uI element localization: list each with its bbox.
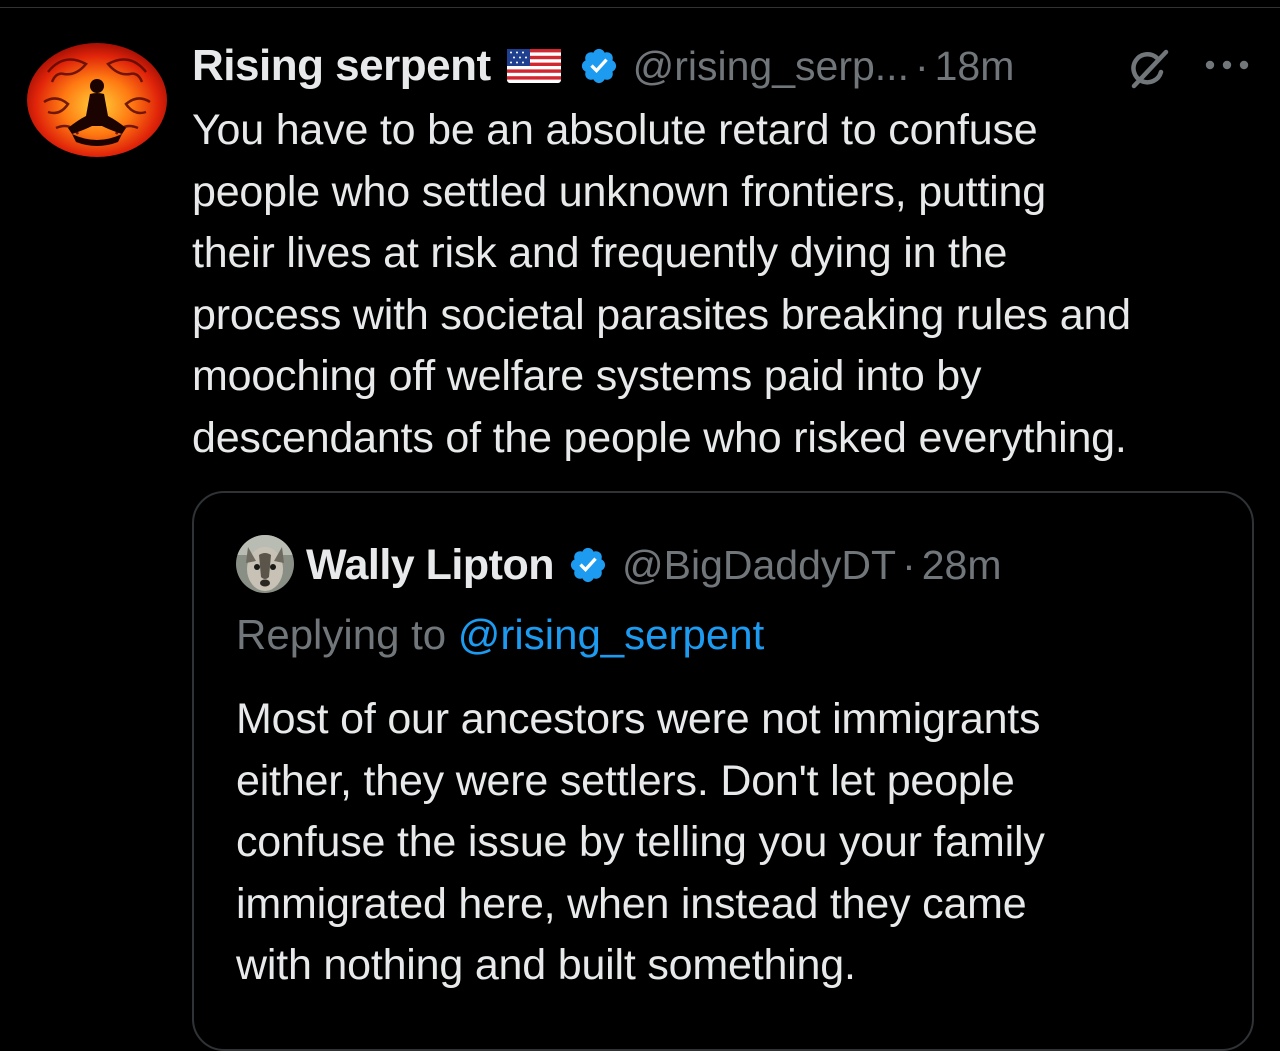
tweet-text: You have to be an absolute retard to con…: [192, 106, 1131, 462]
timestamp[interactable]: 18m: [935, 43, 1015, 90]
more-options-icon[interactable]: [1204, 56, 1250, 74]
replying-mention-link[interactable]: @rising_serpent: [458, 611, 764, 658]
quoted-timestamp[interactable]: 28m: [922, 542, 1002, 589]
verified-badge-icon[interactable]: [568, 545, 608, 585]
tweet-header: Rising serpent @rising_serp... · 18m: [192, 38, 1014, 94]
quoted-tweet-card[interactable]: Wally Lipton @BigDaddyDT · 28m Replying …: [192, 491, 1254, 1051]
quoted-tweet-text: Most of our ancestors were not immigrant…: [236, 695, 1045, 989]
grok-icon[interactable]: [1126, 46, 1172, 92]
quoted-tweet-header: Wally Lipton @BigDaddyDT · 28m: [306, 537, 1001, 593]
separator-dot: ·: [914, 42, 929, 89]
quoted-avatar[interactable]: [236, 535, 294, 593]
replying-to: Replying to @rising_serpent: [236, 611, 764, 659]
replying-prefix: Replying to: [236, 611, 458, 658]
us-flag-icon: [506, 49, 561, 83]
separator-dot: ·: [902, 541, 916, 588]
avatar[interactable]: [26, 42, 168, 158]
quoted-display-name[interactable]: Wally Lipton: [306, 541, 555, 590]
display-name[interactable]: Rising serpent: [192, 41, 491, 91]
top-divider: [0, 0, 1280, 8]
quoted-handle[interactable]: @BigDaddyDT: [622, 542, 896, 589]
verified-badge-icon[interactable]: [579, 46, 619, 86]
handle[interactable]: @rising_serp...: [633, 43, 909, 90]
